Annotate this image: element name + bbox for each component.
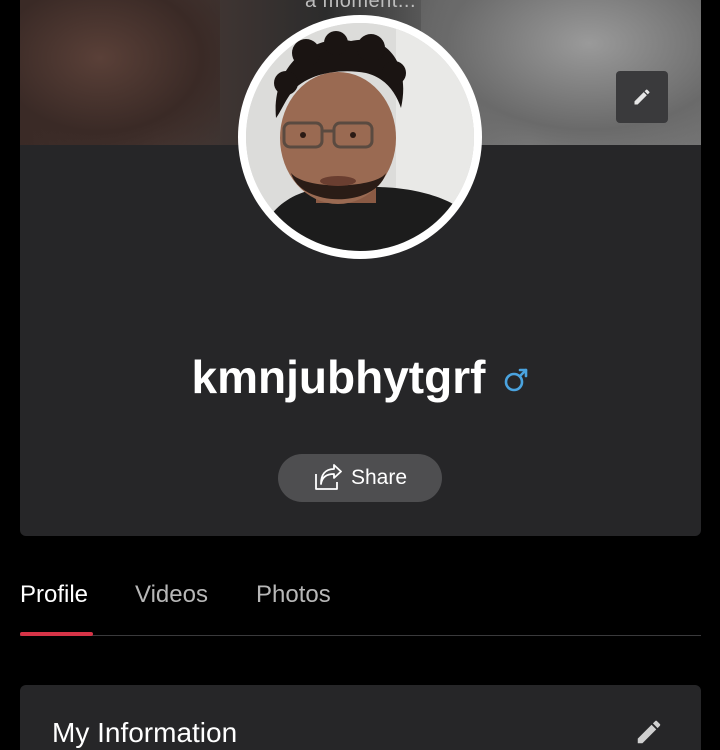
active-tab-indicator — [20, 632, 93, 636]
tab-profile[interactable]: Profile — [20, 581, 88, 609]
user-photo — [246, 23, 474, 251]
avatar-ring — [238, 15, 482, 259]
my-information-card: My Information — [20, 685, 701, 750]
avatar[interactable] — [246, 23, 474, 251]
username-row: kmnjubhytgrf — [20, 350, 701, 404]
cover-caption: a moment... — [304, 0, 417, 12]
male-icon — [505, 368, 528, 392]
section-title: My Information — [52, 717, 238, 748]
profile-card: a moment... kmnjubhytgrf Share — [20, 0, 701, 536]
pencil-icon — [634, 89, 650, 105]
pencil-icon[interactable] — [634, 717, 664, 747]
profile-tabs: Profile Videos Photos — [20, 575, 701, 636]
edit-cover-button[interactable] — [616, 71, 668, 123]
cover-blur-left — [20, 0, 220, 145]
share-button[interactable]: Share — [278, 454, 442, 502]
share-label: Share — [350, 466, 408, 489]
tab-videos[interactable]: Videos — [135, 581, 208, 609]
username: kmnjubhytgrf — [191, 351, 486, 403]
profile-page: a moment... kmnjubhytgrf Share Profile V… — [0, 0, 720, 750]
tab-photos[interactable]: Photos — [256, 581, 331, 609]
share-icon — [315, 464, 342, 490]
